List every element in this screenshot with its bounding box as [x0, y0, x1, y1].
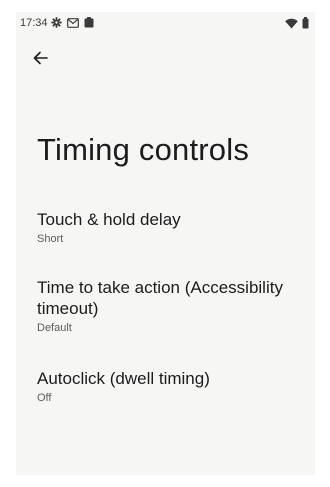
setting-touch-hold-delay[interactable]: Touch & hold delay Short: [37, 209, 305, 245]
setting-summary: Default: [37, 322, 72, 334]
arrow-left-icon: [33, 51, 48, 65]
settings-screen: 17:34 Timing controls Touch & hold delay…: [16, 12, 315, 475]
battery-icon: [302, 17, 309, 29]
status-bar: 17:34: [16, 12, 315, 36]
settings-gear-icon: [51, 17, 62, 28]
setting-summary: Off: [37, 392, 52, 404]
wifi-icon: [285, 18, 298, 29]
notification-icons: [51, 17, 94, 28]
setting-title: Time to take action (Accessibility timeo…: [37, 278, 283, 318]
setting-title: Autoclick (dwell timing): [37, 369, 210, 388]
setting-autoclick[interactable]: Autoclick (dwell timing) Off: [37, 368, 305, 404]
page-title: Timing controls: [37, 132, 250, 167]
gmail-icon: [67, 17, 79, 28]
clipboard-icon: [84, 17, 94, 28]
setting-accessibility-timeout[interactable]: Time to take action (Accessibility timeo…: [37, 277, 305, 334]
setting-title: Touch & hold delay: [37, 210, 181, 229]
back-button[interactable]: [26, 44, 54, 72]
setting-summary: Short: [37, 233, 64, 245]
status-time: 17:34: [20, 17, 48, 29]
system-icons: [285, 17, 309, 29]
